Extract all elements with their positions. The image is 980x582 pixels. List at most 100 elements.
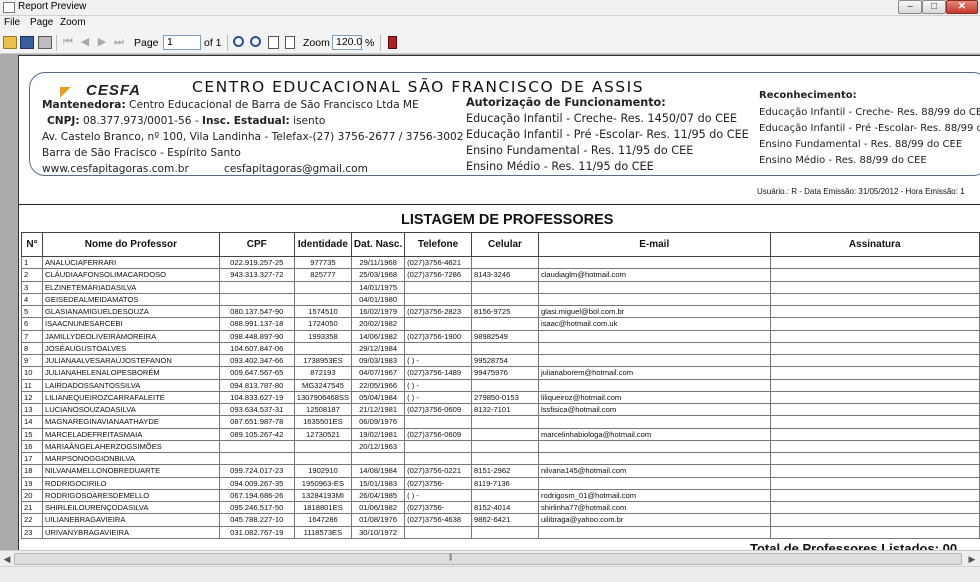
cell-phone: (027)3756- [404, 476, 473, 490]
cell-name: JOSÉAUGUSTOALVES [41, 341, 220, 356]
cell-birth-date: 05/04/1984 [351, 390, 406, 405]
emission-info: Usuário.: R - Data Emissão: 31/05/2012 -… [757, 187, 965, 196]
divider [19, 204, 980, 205]
cell-cpf: 031.082.767-19 [218, 525, 295, 539]
cell-num: 3 [21, 280, 43, 294]
cell-mobile [471, 525, 539, 539]
table-body: 1 ANALÚCIAFERRARI 022.919.257-25 977735 29/1… [21, 255, 980, 539]
cell-phone [404, 525, 473, 539]
cell-birth-date: 01/08/1976 [351, 513, 406, 527]
mantenedora-label: Mantenedora: [42, 99, 126, 111]
fit-page-icon[interactable] [268, 36, 279, 49]
table-row: 9 JULIANAALVESARAÚJOSTEFANON 093.402.347-6… [21, 353, 980, 368]
save-icon[interactable] [20, 36, 34, 49]
cell-identity: 1574510 [293, 304, 353, 319]
cell-cpf: 045.788.227-10 [218, 513, 295, 527]
cell-birth-date: 14/01/1975 [351, 280, 406, 294]
cell-email [537, 280, 771, 294]
page-number-input[interactable]: 1 [163, 35, 201, 50]
cell-phone: ( ) - [404, 353, 473, 368]
cell-signature [769, 488, 980, 503]
cell-signature [769, 280, 980, 294]
zoom-out-icon[interactable] [250, 36, 261, 47]
print-icon[interactable] [38, 36, 52, 49]
cell-birth-date: 29/12/1984 [351, 341, 406, 356]
cell-identity: 1724050 [293, 317, 353, 331]
cell-identity: 1818801ES [293, 500, 353, 515]
logo-text: CESFA [86, 82, 142, 99]
table-row: 15 MARCELADEFREITASMAIA 089.105.267-42 1273… [21, 427, 980, 441]
page-label: Page [134, 37, 159, 49]
cell-phone [404, 439, 473, 454]
cell-phone: (027)3756-0221 [404, 464, 473, 478]
cell-name: LUCIANOSOUZADASILVA [41, 402, 220, 417]
cell-name: JULIANAALVESARAÚJOSTEFANON [41, 353, 220, 368]
cell-mobile: 98982549 [471, 329, 539, 343]
scrollbar-thumb[interactable] [14, 553, 962, 565]
cell-signature [769, 292, 980, 307]
cell-cpf: 104.607.847-06 [218, 341, 295, 356]
mantenedora-value: Centro Educacional de Barra de São Franc… [125, 99, 419, 111]
exit-icon[interactable] [388, 36, 397, 49]
cell-mobile: 9862-6421 [471, 513, 539, 527]
toolbar-separator [380, 35, 381, 51]
scroll-left-icon[interactable]: ◀ [1, 553, 13, 565]
table-row: 21 SHIRLEILOURENÇODASILVA 095.246.517-50 18… [21, 500, 980, 515]
cell-email [537, 439, 771, 454]
cell-num: 13 [21, 402, 43, 417]
autorizacao-item: Ensino Médio - Res. 11/95 do CEE [466, 160, 654, 173]
cell-identity: 1647286 [293, 513, 353, 527]
cell-email: lssfisica@hotmail.com [537, 402, 771, 417]
cell-cpf: 094.813.787-80 [218, 378, 295, 392]
menu-page[interactable]: Page [30, 17, 53, 28]
window-title: Report Preview [18, 1, 87, 12]
cell-name: ANALÚCIAFERRARI [41, 255, 220, 270]
last-page-icon[interactable]: ⏭ [112, 36, 126, 49]
cell-email [537, 415, 771, 429]
status-bar [0, 566, 980, 582]
zoom-in-icon[interactable] [233, 36, 244, 47]
horizontal-scrollbar[interactable]: ◀ ||| ▶ [0, 550, 980, 566]
cell-email: isaac@hotmail.com.uk [537, 317, 771, 331]
cell-mobile [471, 439, 539, 454]
cell-email: marcelinhabiologa@hotmail.com [537, 427, 771, 441]
cell-mobile [471, 488, 539, 503]
cell-identity: 825777 [293, 268, 353, 282]
cell-num: 8 [21, 341, 43, 356]
cell-cpf [218, 439, 295, 454]
cell-mobile: 8119-7136 [471, 476, 539, 490]
cell-phone: (027)3756-0609 [404, 402, 473, 417]
cell-cpf: 943.313.327-72 [218, 268, 295, 282]
maximize-button[interactable]: □ [922, 0, 946, 14]
cell-identity: 1950963-ES [293, 476, 353, 490]
title-bar: Report Preview – □ ✕ [0, 0, 980, 16]
cell-identity: 1307906468SS [293, 390, 353, 405]
cell-identity [293, 439, 353, 454]
teachers-table: N° Nome do Professor CPF Identidade Dat. Nas… [21, 232, 980, 539]
report-title: LISTAGEM DE PROFESSORES [401, 212, 614, 228]
cell-phone [404, 415, 473, 429]
cnpj-label: CNPJ: [47, 115, 80, 127]
close-button[interactable]: ✕ [946, 0, 978, 14]
email-line: cesfapitagoras@gmail.com [224, 163, 368, 175]
cell-email [537, 525, 771, 539]
next-page-icon[interactable]: ▶ [95, 36, 109, 49]
menu-file[interactable]: File [4, 17, 20, 28]
scroll-right-icon[interactable]: ▶ [966, 553, 978, 565]
cell-phone: (027)3756-1900 [404, 329, 473, 343]
cell-birth-date: 29/11/1968 [351, 255, 406, 270]
page-width-icon[interactable] [285, 36, 295, 49]
table-row: 10 JULIANAHELENALOPESBORÉM 009.647.567-65 8… [21, 366, 980, 380]
minimize-button[interactable]: – [898, 0, 922, 14]
first-page-icon[interactable]: ⏮ [61, 36, 75, 49]
cell-email: uilibraga@yahoo.com.br [537, 513, 771, 527]
autorizacao-item: Educação Infantil - Pré -Escolar- Res. 1… [466, 128, 749, 141]
previous-page-icon[interactable]: ◀ [78, 36, 92, 49]
cell-mobile [471, 427, 539, 441]
open-icon[interactable] [3, 36, 17, 49]
cell-num: 16 [21, 439, 43, 454]
zoom-label: Zoom [303, 37, 330, 49]
zoom-input[interactable]: 120.0 [332, 35, 362, 50]
cell-name: UILIANEBRAGAVIEIRA [41, 513, 220, 527]
menu-zoom[interactable]: Zoom [60, 17, 86, 28]
